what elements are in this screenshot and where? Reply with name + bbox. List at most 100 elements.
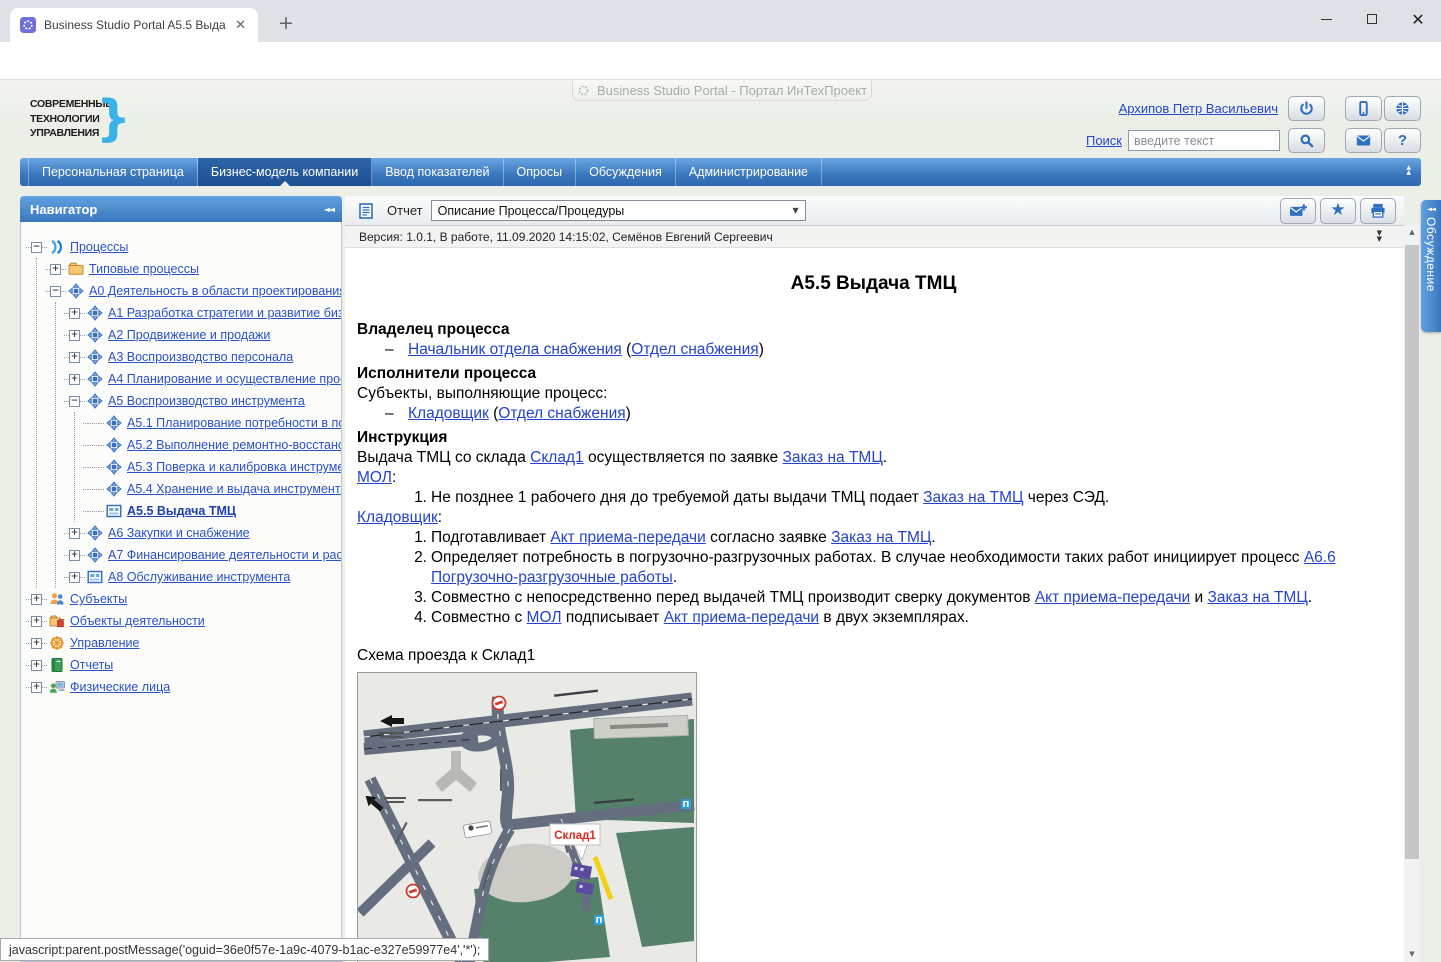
tree-expand-icon[interactable]: +: [69, 352, 80, 363]
tree-link[interactable]: А8 Обслуживание инструмента: [108, 570, 290, 584]
navbar-collapse-icon[interactable]: ▲▲: [1406, 165, 1411, 175]
doc-link[interactable]: Заказ на ТМЦ: [923, 489, 1023, 506]
tree-expand-icon[interactable]: +: [31, 682, 42, 693]
nav-tab[interactable]: Обсуждения: [576, 158, 676, 186]
tree-link[interactable]: Типовые процессы: [89, 262, 199, 276]
tree-expand-icon[interactable]: +: [31, 594, 42, 605]
print-button[interactable]: [1360, 198, 1396, 224]
diagram-icon: [87, 569, 103, 585]
nav-tab[interactable]: Администрирование: [676, 158, 822, 186]
tree-link[interactable]: А5.4 Хранение и выдача инструмента: [127, 482, 342, 496]
report-select[interactable]: Описание Процесса/Процедуры ▼: [431, 200, 806, 221]
scroll-down-icon[interactable]: ▼: [1404, 947, 1420, 962]
instruction-step: 1.Подготавливает Акт приема-передачи сог…: [357, 528, 1390, 548]
collapse-version-icon[interactable]: ▼▼: [1377, 231, 1382, 242]
nav-tab[interactable]: Опросы: [504, 158, 577, 186]
nav-tab[interactable]: Ввод показателей: [372, 158, 503, 186]
tree-collapse-icon[interactable]: −: [50, 286, 61, 297]
tree-item: + А7 Финансирование деятельности и расчет…: [64, 544, 339, 566]
tree-link[interactable]: Субъекты: [70, 592, 127, 606]
tree-expand-icon[interactable]: +: [69, 528, 80, 539]
tree-expand-icon[interactable]: +: [50, 264, 61, 275]
doc-link[interactable]: Заказ на ТМЦ: [1208, 589, 1308, 606]
browser-tab[interactable]: Business Studio Portal A5.5 Выда ✕: [10, 8, 258, 42]
search-input[interactable]: [1128, 130, 1280, 151]
scroll-up-icon[interactable]: ▲: [1404, 225, 1420, 240]
tree-expand-icon[interactable]: +: [31, 638, 42, 649]
tree-link[interactable]: А6 Закупки и снабжение: [108, 526, 250, 540]
scrollbar-thumb[interactable]: [1405, 245, 1419, 859]
doc-link[interactable]: Начальник отдела снабжения: [408, 341, 622, 358]
help-button[interactable]: ?: [1384, 128, 1421, 153]
tree-expand-icon[interactable]: +: [69, 572, 80, 583]
tree-expand-icon[interactable]: +: [69, 374, 80, 385]
doc-link[interactable]: Заказ на ТМЦ: [782, 449, 882, 466]
tree-item: А5.1 Планирование потребности в покупке …: [83, 412, 339, 434]
process-icon: [87, 393, 103, 409]
tree-expand-icon[interactable]: +: [31, 616, 42, 627]
new-tab-button[interactable]: +: [272, 10, 300, 38]
tree-item: + Субъекты: [26, 588, 339, 610]
tree-expand-icon[interactable]: +: [69, 330, 80, 341]
mol-label: МОЛ:: [357, 468, 1390, 488]
doc-link[interactable]: Кладовщик: [408, 405, 489, 422]
user-profile-link[interactable]: Архипов Петр Васильевич: [1119, 101, 1278, 116]
tab-close-icon[interactable]: ✕: [231, 18, 250, 33]
window-minimize-button[interactable]: [1303, 0, 1349, 38]
instruction-step: 1.Не позднее 1 рабочего дня до требуемой…: [357, 488, 1390, 508]
language-button[interactable]: [1384, 96, 1421, 121]
discussion-tab[interactable]: ◄◄ Обсуждение: [1421, 200, 1441, 332]
tree-link[interactable]: А5.3 Поверка и калибровка инструмента: [127, 460, 342, 474]
map-building: [594, 715, 689, 738]
report-toolbar: Отчет Описание Процесса/Процедуры ▼ ★: [345, 196, 1404, 226]
tree-collapse-icon[interactable]: −: [31, 242, 42, 253]
tree-item: + А8 Обслуживание инструмента: [64, 566, 339, 588]
navigator-body: − Процессы + Типовые процессы − А0 Деятельнос…: [20, 222, 342, 962]
nav-tab[interactable]: Персональная страница: [28, 158, 198, 186]
tree-link[interactable]: А5.1 Планирование потребности в покупке …: [127, 416, 342, 430]
tree-expand-icon[interactable]: +: [69, 308, 80, 319]
search-button[interactable]: [1288, 128, 1325, 153]
status-tooltip: javascript:parent.postMessage('oguid=36e…: [0, 938, 489, 961]
doc-link[interactable]: Акт приема-передачи: [664, 609, 819, 626]
tree-link[interactable]: А7 Финансирование деятельности и расчеты: [108, 548, 342, 562]
mail-button[interactable]: [1345, 128, 1382, 153]
doc-link[interactable]: Отдел снабжения: [498, 405, 625, 422]
doc-link[interactable]: МОЛ: [527, 609, 562, 626]
logout-button[interactable]: [1288, 96, 1325, 121]
tree-collapse-icon[interactable]: −: [69, 396, 80, 407]
tree-link[interactable]: Отчеты: [70, 658, 113, 672]
navigator-collapse-icon[interactable]: ◄◄: [324, 205, 334, 214]
tree-link[interactable]: А4 Планирование и осуществление проектны…: [108, 372, 342, 386]
mobile-version-button[interactable]: [1345, 96, 1382, 121]
tree-link[interactable]: А0 Деятельность в области проектирования…: [89, 284, 342, 298]
nav-tab[interactable]: Бизнес-модель компании: [198, 158, 372, 186]
subscribe-button[interactable]: [1280, 198, 1316, 224]
tree-link[interactable]: А5.2 Выполнение ремонтно-восстановительн…: [127, 438, 342, 452]
window-close-button[interactable]: ✕: [1395, 0, 1441, 38]
doc-link[interactable]: Акт приема-передачи: [550, 529, 705, 546]
doc-link[interactable]: Склад1: [530, 449, 583, 466]
doc-link[interactable]: МОЛ: [357, 469, 392, 486]
tree-link[interactable]: А1 Разработка стратегии и развитие бизне…: [108, 306, 342, 320]
doc-link[interactable]: Кладовщик: [357, 509, 438, 526]
tree-link[interactable]: А5.5 Выдача ТМЦ: [127, 504, 236, 518]
tree-link[interactable]: А2 Продвижение и продажи: [108, 328, 270, 342]
doc-link[interactable]: Акт приема-передачи: [1035, 589, 1190, 606]
search-link[interactable]: Поиск: [1086, 133, 1122, 148]
tree-expand-icon[interactable]: +: [69, 550, 80, 561]
tree-link[interactable]: Объекты деятельности: [70, 614, 205, 628]
logo-line: СОВРЕМЕННЫЕ: [30, 97, 94, 112]
tree-link[interactable]: Процессы: [70, 240, 128, 254]
favorite-button[interactable]: ★: [1320, 198, 1356, 224]
process-icon: [106, 415, 122, 431]
tree-link[interactable]: А5 Воспроизводство инструмента: [108, 394, 305, 408]
tree-link[interactable]: А3 Воспроизводство персонала: [108, 350, 293, 364]
doc-link[interactable]: Заказ на ТМЦ: [831, 529, 931, 546]
tree-link[interactable]: Управление: [70, 636, 140, 650]
tree-expand-icon[interactable]: +: [31, 660, 42, 671]
window-maximize-button[interactable]: [1349, 0, 1395, 38]
content-scrollbar[interactable]: ▲ ▼: [1404, 225, 1420, 962]
doc-link[interactable]: Отдел снабжения: [631, 341, 758, 358]
tree-link[interactable]: Физические лица: [70, 680, 170, 694]
